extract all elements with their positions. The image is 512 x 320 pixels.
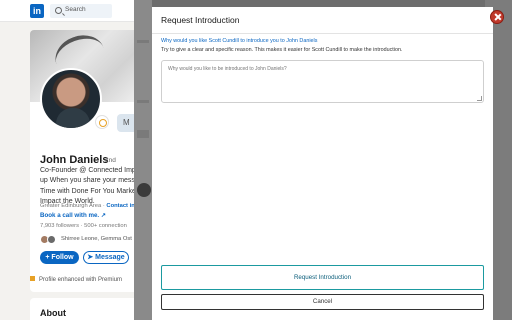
background-text-hint [137,40,149,43]
search-input[interactable]: Search [50,4,112,18]
modal-title: Request Introduction [161,15,240,25]
background-text-hint [137,100,149,103]
premium-icon [30,276,35,281]
premium-enhanced-text: Profile enhanced with Premium [39,277,123,283]
request-introduction-button[interactable]: Request Introduction [161,265,484,290]
background-avatar-hint [137,183,151,197]
cancel-button[interactable]: Cancel [161,294,484,310]
contact-info-link[interactable]: Contact in [106,203,134,209]
premium-enhanced-note: Profile enhanced with Premium [30,276,140,283]
search-icon [55,7,62,14]
premium-badge-icon [95,115,109,129]
request-introduction-modal: Request Introduction Why would you like … [152,7,504,320]
book-call-link[interactable]: Book a call with me. ↗ [40,212,106,219]
side-panel-edge [134,0,152,320]
connection-degree: · 2nd [101,157,116,164]
reason-tip: Try to give a clear and specific reason.… [161,47,403,53]
location-text: Greater Edinburgh Area · [40,203,107,209]
message-button[interactable]: ➤ Message [83,251,129,264]
modal-divider [152,33,493,34]
mutual-connections-text: Shirree Leone, Gemma Ost [61,236,132,242]
reason-label: Why would you like Scott Cundill to intr… [161,38,318,44]
about-section: About [30,298,140,320]
mutual-connections[interactable]: Shirree Leone, Gemma Ost [40,235,138,245]
resize-handle[interactable] [477,96,482,101]
follow-button[interactable]: + Follow [40,251,79,264]
avatar[interactable] [40,68,102,130]
linkedin-logo-icon[interactable]: in [30,4,44,18]
close-icon[interactable] [490,10,504,24]
profile-location: Greater Edinburgh Area · Contact in [40,203,135,209]
mutual-avatar [47,235,56,244]
reason-textarea[interactable] [161,60,484,103]
about-heading: About [40,308,66,318]
profile-name: John Daniels [40,154,109,166]
followers-count[interactable]: 7,903 followers · 500+ connection [40,223,127,229]
profile-headline: Co-Founder @ Connected Impa up When you … [40,167,138,206]
background-button-hint [137,130,149,138]
search-placeholder: Search [65,6,86,13]
